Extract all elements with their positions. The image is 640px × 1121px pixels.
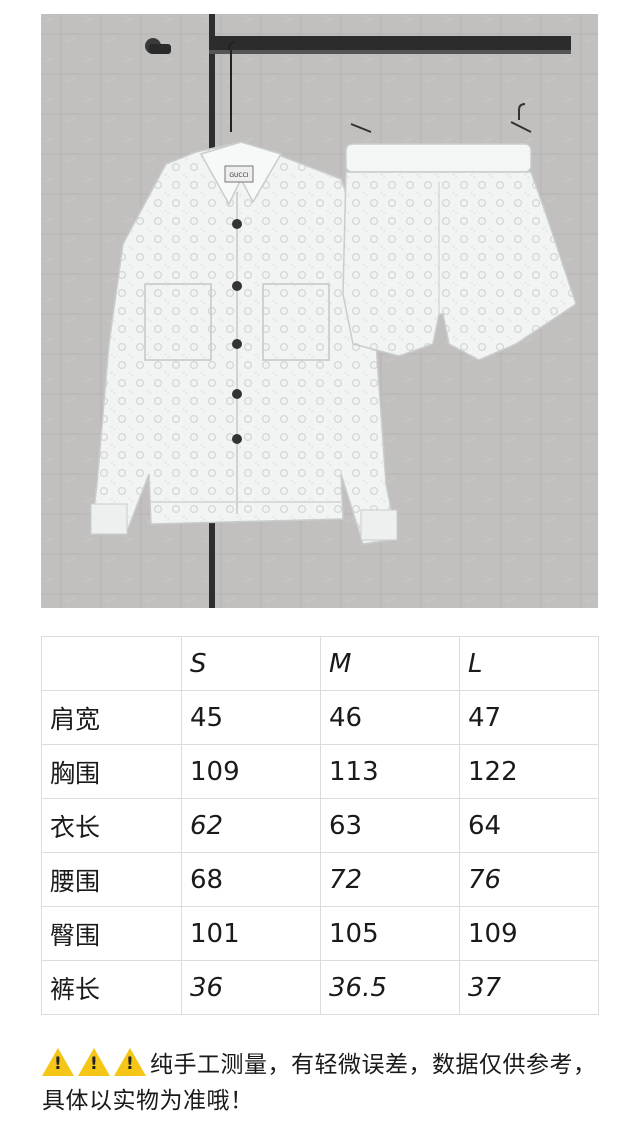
- product-photo-illustration: GUCCI: [41, 14, 598, 608]
- table-row: 衣长 62 63 64: [41, 798, 599, 853]
- size-header-row: S M L: [41, 636, 599, 691]
- table-cell: 45: [181, 690, 321, 745]
- row-label-shoulder: 肩宽: [41, 690, 182, 745]
- table-row: 肩宽 45 46 47: [41, 690, 599, 745]
- product-photo: GUCCI: [41, 14, 598, 608]
- clothing-rail: [209, 36, 571, 50]
- table-cell: 36.5: [320, 960, 460, 1015]
- table-cell: 64: [459, 798, 599, 853]
- header-cell-empty: [41, 636, 182, 691]
- table-cell: 101: [181, 906, 321, 961]
- table-cell: 47: [459, 690, 599, 745]
- table-cell: 122: [459, 744, 599, 799]
- table-cell: 76: [459, 852, 599, 907]
- measurement-note: 纯手工测量，有轻微误差，数据仅供参考，具体以实物为准哦！: [42, 1047, 602, 1119]
- table-cell: 72: [320, 852, 460, 907]
- warning-icon: [114, 1048, 146, 1076]
- table-row: 腰围 68 72 76: [41, 852, 599, 907]
- table-row: 胸围 109 113 122: [41, 744, 599, 799]
- table-cell: 36: [181, 960, 321, 1015]
- row-label-chest: 胸围: [41, 744, 182, 799]
- warning-icon: [78, 1048, 110, 1076]
- table-cell: 113: [320, 744, 460, 799]
- table-cell: 37: [459, 960, 599, 1015]
- table-cell: 63: [320, 798, 460, 853]
- brand-label-text: GUCCI: [229, 172, 248, 179]
- header-cell-size-s: S: [181, 636, 321, 691]
- size-chart-table: S M L 肩宽 45 46 47 胸围 109 113 122 衣长 62 6…: [41, 636, 599, 1015]
- table-row: 裤长 36 36.5 37: [41, 960, 599, 1015]
- header-cell-size-m: M: [320, 636, 460, 691]
- table-cell: 62: [181, 798, 321, 853]
- table-cell: 105: [320, 906, 460, 961]
- row-label-hip: 臀围: [41, 906, 182, 961]
- header-cell-size-l: L: [459, 636, 599, 691]
- row-label-waist: 腰围: [41, 852, 182, 907]
- warning-icon: [42, 1048, 74, 1076]
- table-cell: 68: [181, 852, 321, 907]
- row-label-pants-length: 裤长: [41, 960, 182, 1015]
- table-cell: 109: [181, 744, 321, 799]
- table-cell: 46: [320, 690, 460, 745]
- table-cell: 109: [459, 906, 599, 961]
- row-label-length: 衣长: [41, 798, 182, 853]
- table-row: 臀围 101 105 109: [41, 906, 599, 961]
